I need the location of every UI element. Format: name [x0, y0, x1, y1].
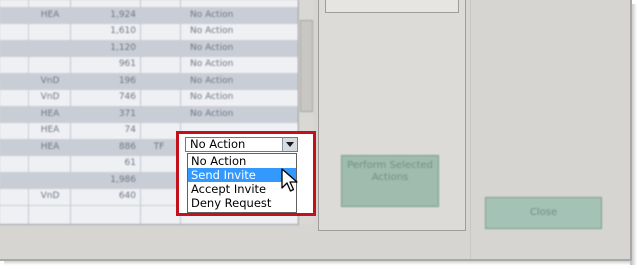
- type-cell: VnD: [40, 92, 60, 102]
- scrollbar-thumb[interactable]: [300, 20, 313, 112]
- count-cell: 205: [74, 0, 136, 5]
- action-dropdown-value: No Action: [190, 137, 246, 151]
- count-cell: 371: [118, 108, 136, 119]
- row-selector-cell: [0, 57, 29, 72]
- table-row[interactable]: HEA 1,924 No Action: [0, 7, 298, 24]
- table-row[interactable]: VnD 196 No Action: [0, 73, 298, 90]
- type-cell: [30, 175, 70, 187]
- type-cell: [30, 26, 70, 38]
- mouse-pointer-icon: [281, 168, 298, 192]
- count-cell: 886: [118, 141, 136, 152]
- count-cell: 61: [124, 158, 136, 168]
- row-selector-cell: [0, 40, 29, 56]
- chevron-down-icon: [286, 142, 294, 147]
- row-selector-cell: [0, 139, 29, 155]
- row-selector-cell: [0, 0, 29, 6]
- action-cell: No Action: [190, 26, 234, 36]
- action-cell: No Action: [190, 75, 234, 86]
- row-selector-cell: [0, 90, 29, 105]
- action-cell: No Action: [190, 108, 234, 119]
- row-selector-cell: [0, 172, 29, 188]
- row-selector-cell: [0, 24, 29, 39]
- count-cell: 196: [118, 75, 136, 86]
- type-cell: [30, 158, 70, 170]
- count-cell: 1,924: [110, 9, 136, 20]
- type-cell: [30, 43, 70, 55]
- row-selector-cell: [0, 156, 29, 171]
- type-cell: VnD: [40, 75, 60, 86]
- type-cell: HEA: [40, 9, 60, 20]
- action-cell: No Action: [190, 9, 234, 20]
- type-cell: HEA: [40, 125, 60, 135]
- count-cell: 640: [118, 191, 136, 201]
- action-cell: No Action: [190, 0, 290, 5]
- row-selector-cell: [0, 73, 29, 89]
- table-row[interactable]: 1,120 No Action: [0, 40, 298, 57]
- row-selector-cell: [0, 123, 29, 138]
- table-row[interactable]: 961 No Action: [0, 57, 298, 74]
- count-cell: 1,120: [110, 42, 136, 53]
- count-cell: 74: [124, 125, 136, 135]
- action-dropdown[interactable]: No Action: [185, 137, 298, 152]
- action-cell: No Action: [190, 92, 234, 102]
- actions-panel: Perform Selected Actions: [318, 0, 466, 231]
- type-cell: HEA: [40, 141, 60, 152]
- type-cell: VnD: [40, 191, 60, 201]
- row-selector-cell: [0, 7, 29, 23]
- panel-separator: [470, 0, 471, 259]
- action-cell: No Action: [190, 59, 234, 69]
- flag-cell: TF: [153, 141, 165, 152]
- close-button[interactable]: Close: [485, 197, 602, 229]
- option-deny-request[interactable]: Deny Request: [188, 196, 296, 210]
- type-cell: HEA: [40, 108, 60, 119]
- option-no-action[interactable]: No Action: [188, 154, 296, 168]
- row-selector-cell: [0, 189, 29, 204]
- count-cell: 1,986: [110, 174, 136, 185]
- type-cell: [30, 59, 70, 71]
- option-accept-invite[interactable]: Accept Invite: [188, 182, 296, 196]
- table-row[interactable]: VnD 746 No Action: [0, 90, 298, 107]
- type-cell: VnD: [30, 0, 70, 5]
- row-selector-cell: [0, 106, 29, 122]
- table-row[interactable]: HEA 371 No Action: [0, 106, 298, 123]
- option-send-invite[interactable]: Send Invite: [188, 168, 296, 182]
- count-cell: 961: [118, 59, 136, 69]
- dialog-window: VnD 205 No Action HEA 1,924 No Action 1,610 No …: [0, 0, 632, 261]
- table-row[interactable]: VnD 205 No Action: [0, 0, 298, 8]
- dropdown-arrow-button[interactable]: [282, 138, 297, 151]
- count-cell: 1,610: [110, 26, 136, 36]
- table-row[interactable]: 1,610 No Action: [0, 24, 298, 41]
- count-cell: 746: [118, 92, 136, 102]
- action-cell: No Action: [190, 42, 234, 53]
- panel-top-box: [325, 0, 459, 13]
- perform-selected-actions-button[interactable]: Perform Selected Actions: [341, 155, 439, 207]
